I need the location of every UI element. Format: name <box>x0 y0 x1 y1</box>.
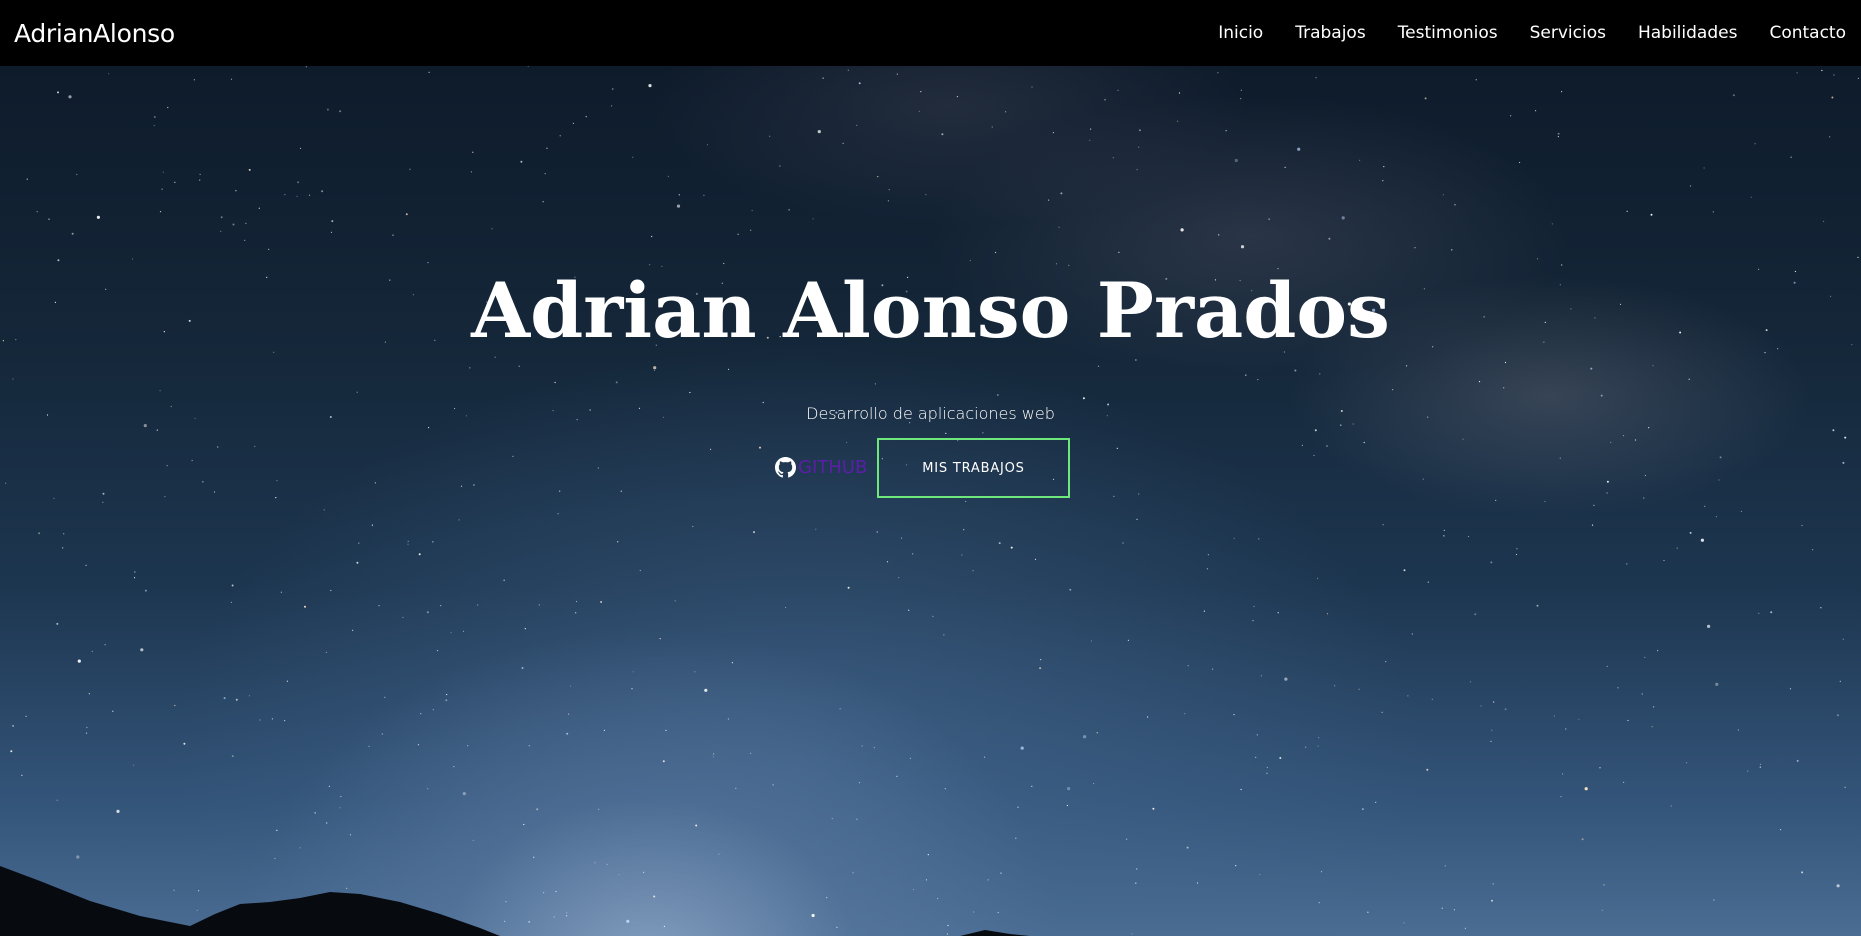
hero-content: Adrian Alonso Prados Desarrollo de aplic… <box>0 66 1861 936</box>
hero-title: Adrian Alonso Prados <box>471 266 1390 355</box>
mis-trabajos-button[interactable]: MIS TRABAJOS <box>877 438 1070 498</box>
hero-subtitle: Desarrollo de aplicaciones web <box>806 404 1055 423</box>
brand-logo[interactable]: AdrianAlonso <box>14 19 175 48</box>
github-label: GITHUB <box>798 457 868 478</box>
github-icon <box>775 457 796 478</box>
nav-link-inicio[interactable]: Inicio <box>1218 23 1263 43</box>
nav-link-servicios[interactable]: Servicios <box>1530 23 1606 43</box>
navbar: AdrianAlonso Inicio Trabajos Testimonios… <box>0 0 1861 66</box>
nav-menu: Inicio Trabajos Testimonios Servicios Ha… <box>1186 23 1846 43</box>
nav-link-contacto[interactable]: Contacto <box>1769 23 1846 43</box>
nav-link-testimonios[interactable]: Testimonios <box>1398 23 1498 43</box>
nav-link-habilidades[interactable]: Habilidades <box>1638 23 1737 43</box>
github-link[interactable]: GITHUB <box>775 457 867 478</box>
nav-link-trabajos[interactable]: Trabajos <box>1295 23 1365 43</box>
